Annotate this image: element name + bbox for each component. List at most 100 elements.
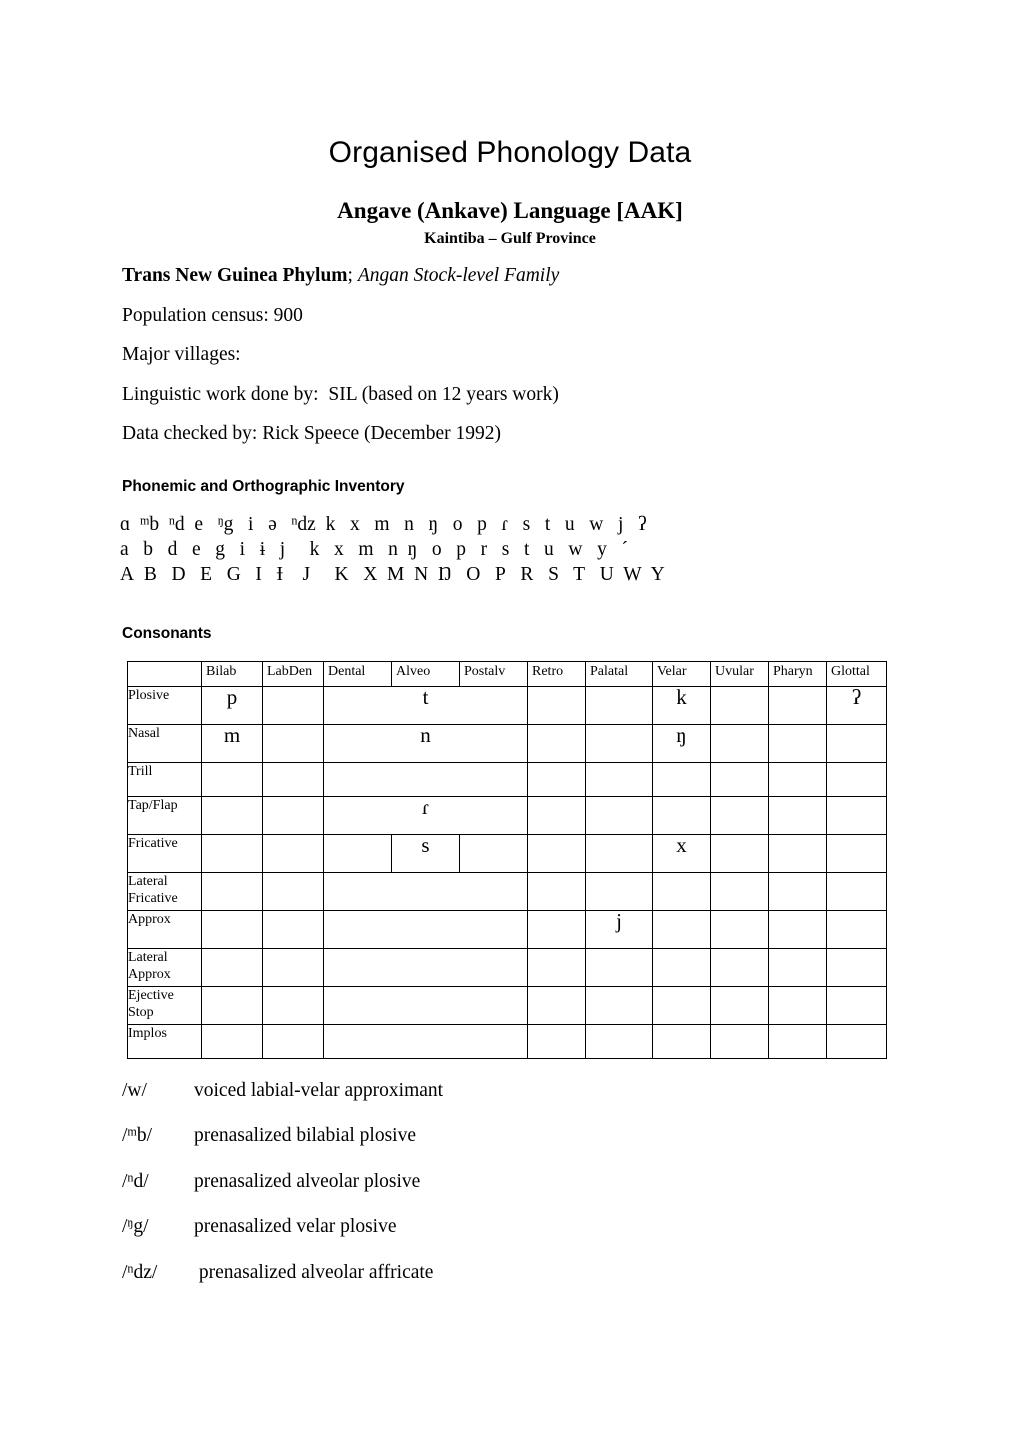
inventory-block: ɑ mb nd e ŋg i ə ndz k x m n ŋ o p ɾ s t… [0,496,1020,587]
header-pharyn: Pharyn [768,660,827,687]
cell-implos-coronal [323,1023,528,1059]
row-label-line2: Approx [128,966,171,982]
header-glottal: Glottal [826,660,887,687]
cell-ejective-uvular [710,985,769,1025]
cell-tapflap-palatal [585,795,653,835]
cell-ejective-glottal [826,985,887,1025]
cell-nasal-retro [527,723,586,763]
language-title: Angave (Ankave) Language [AAK] [337,198,683,223]
cell-plosive-glottal: ʔ [826,685,887,725]
cell-latfric-uvular [710,871,769,911]
cell-plosive-coronal: t [323,685,528,725]
table-row: Lateral Approx [127,947,887,987]
metadata-block: Trans New Guinea Phylum; Angan Stock-lev… [0,248,1020,444]
header-velar: Velar [652,660,711,687]
meta-phylum: Trans New Guinea Phylum; Angan Stock-lev… [0,266,1020,286]
header-blank [127,660,202,687]
page-title: Organised Phonology Data [328,136,692,169]
row-label-line2: Stop [128,1004,154,1020]
note-symbol: /ŋg/ [122,1215,149,1237]
inventory-lower-row: a b d e g i ɨ j k x m n ŋ o p r s t u w … [120,538,628,560]
cell-tapflap-coronal: ɾ [323,795,528,835]
meta-population: Population census: 900 [122,304,303,326]
cell-latapprox-uvular [710,947,769,987]
cell-latfric-bilab [201,871,263,911]
row-label-plosive: Plosive [127,685,202,725]
cell-latapprox-glottal [826,947,887,987]
cell-approx-palatal: j [585,909,653,949]
family-name: Angan Stock-level Family [357,265,560,286]
cell-plosive-bilab: p [201,685,263,725]
cell-tapflap-bilab [201,795,263,835]
cell-nasal-velar: ŋ [652,723,711,763]
meta-linguistic-work: Linguistic work done by: SIL (based on 1… [122,383,559,405]
cell-implos-uvular [710,1023,769,1059]
row-label-approx: Approx [127,909,202,949]
header-retro: Retro [527,660,586,687]
row-label-line1: Lateral [128,873,168,889]
cell-latfric-palatal [585,871,653,911]
note-description: voiced labial-velar approximant [194,1079,444,1101]
cell-ejective-palatal [585,985,653,1025]
note-symbol: /w/ [122,1079,147,1101]
cell-plosive-pharyn [768,685,827,725]
consonants-heading: Consonants [122,624,212,642]
header-palatal: Palatal [585,660,653,687]
cell-plosive-labden [262,685,324,725]
inventory-ipa-row: ɑ mb nd e ŋg i ə ndz k x m n ŋ o p ɾ s t… [120,512,647,535]
cell-plosive-retro [527,685,586,725]
cell-approx-velar [652,909,711,949]
note-item: /nd/prenasalized alveolar plosive [122,1170,1020,1192]
phylum-separator: ; [347,265,358,286]
cell-tapflap-labden [262,795,324,835]
cell-nasal-bilab: m [201,723,263,763]
consonant-table-wrap: Bilab LabDen Dental Alveo Postalv Retro … [0,643,1020,1059]
cell-trill-uvular [710,761,769,797]
cell-fricative-glottal [826,833,887,873]
cell-implos-pharyn [768,1023,827,1059]
table-row: Lateral Fricative [127,871,887,911]
location-subtitle: Kaintiba – Gulf Province [424,230,596,247]
header-alveo: Alveo [391,660,460,687]
cell-latfric-pharyn [768,871,827,911]
meta-villages: Major villages: [122,344,241,365]
cell-nasal-palatal [585,723,653,763]
inventory-upper-row: A B D E G I Ɨ J K X M N Ŋ O P R S T U W … [120,563,665,585]
cell-approx-coronal [323,909,528,949]
cell-latapprox-palatal [585,947,653,987]
cell-fricative-labden [262,833,324,873]
cell-latapprox-retro [527,947,586,987]
note-symbol: /mb/ [122,1124,152,1146]
row-label-ejective-stop: Ejective Stop [127,985,202,1025]
cell-trill-labden [262,761,324,797]
note-description: prenasalized alveolar affricate [194,1261,434,1283]
note-item: /mb/prenasalized bilabial plosive [122,1124,1020,1146]
cell-ejective-retro [527,985,586,1025]
row-label-nasal: Nasal [127,723,202,763]
cell-nasal-uvular [710,723,769,763]
table-row: Trill [127,761,887,797]
row-label-lateral-approx: Lateral Approx [127,947,202,987]
cell-approx-glottal [826,909,887,949]
cell-nasal-glottal [826,723,887,763]
row-label-trill: Trill [127,761,202,797]
inventory-heading: Phonemic and Orthographic Inventory [122,477,405,495]
cell-fricative-bilab [201,833,263,873]
cell-latfric-glottal [826,871,887,911]
cell-approx-uvular [710,909,769,949]
cell-plosive-palatal [585,685,653,725]
cell-latfric-retro [527,871,586,911]
table-row: Implos [127,1023,887,1059]
table-row: Tap/Flap ɾ [127,795,887,835]
header-labden: LabDen [262,660,324,687]
table-row: Ejective Stop [127,985,887,1025]
consonant-table: Bilab LabDen Dental Alveo Postalv Retro … [127,660,887,1059]
note-description: prenasalized velar plosive [194,1216,397,1237]
note-symbol: /ndz/ [122,1260,158,1283]
cell-fricative-pharyn [768,833,827,873]
cell-ejective-bilab [201,985,263,1025]
cell-trill-coronal [323,761,528,797]
cell-implos-labden [262,1023,324,1059]
phylum-name: Trans New Guinea Phylum [122,265,348,286]
note-description: prenasalized alveolar plosive [194,1170,421,1192]
